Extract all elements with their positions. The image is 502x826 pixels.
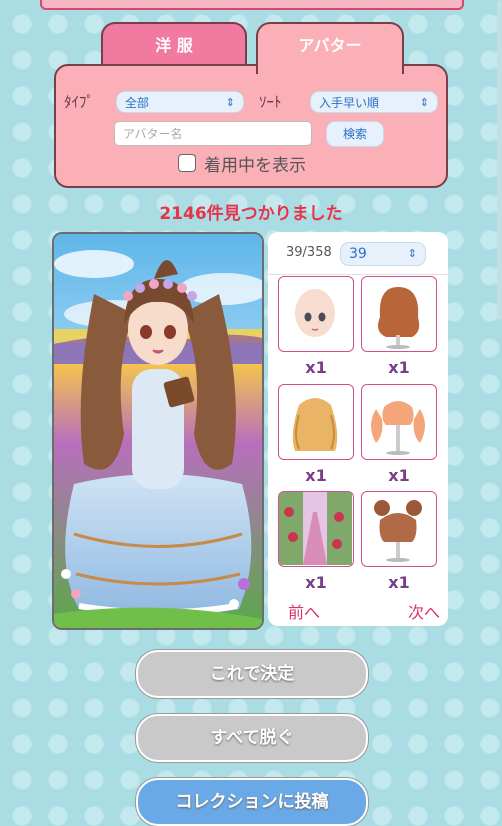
type-select-value: 全部 xyxy=(125,96,150,110)
page-select-value: 39 xyxy=(349,246,367,262)
item-cell[interactable] xyxy=(278,384,354,460)
item-grid-panel: 39/358 39 ⇕ x1 x1 x1 x1 x1 x1 前へ 次へ xyxy=(268,232,448,626)
filter-panel: ﾀｲﾌﾟ 全部 ⇕ ｿｰﾄ 入手早い順 ⇕ 検索 着用中を表示 xyxy=(54,64,448,188)
item-cell[interactable] xyxy=(278,276,354,352)
undress-all-button[interactable]: すべて脱ぐ xyxy=(136,714,368,762)
result-count: 2146件見つかりました xyxy=(159,204,343,224)
top-strip xyxy=(40,0,464,10)
tab-yofuku[interactable]: 洋 服 xyxy=(101,22,247,70)
item-cell[interactable] xyxy=(278,491,354,567)
post-to-collection-button[interactable]: コレクションに投稿 xyxy=(136,778,368,826)
search-button[interactable]: 検索 xyxy=(326,121,384,147)
peach-twin-curl-wig-icon xyxy=(371,401,425,455)
item-qty: x1 xyxy=(388,466,410,485)
avatar-preview xyxy=(52,232,264,630)
item-cell[interactable] xyxy=(361,384,437,460)
item-qty: x1 xyxy=(305,573,327,592)
long-blonde-curly-wig-icon xyxy=(292,398,338,451)
avatar-illustration xyxy=(54,234,262,628)
item-cell[interactable] xyxy=(361,491,437,567)
bald-head-base-icon xyxy=(295,289,335,337)
page-count: 39/358 xyxy=(286,245,332,260)
item-qty: x1 xyxy=(305,358,327,377)
type-select[interactable]: 全部 ⇕ xyxy=(116,91,244,113)
chevron-updown-icon: ⇕ xyxy=(225,96,235,109)
prev-page-link[interactable]: 前へ xyxy=(288,599,320,623)
decide-button[interactable]: これで決定 xyxy=(136,650,368,698)
avatar-name-input[interactable] xyxy=(114,121,312,146)
page-select[interactable]: 39 ⇕ xyxy=(340,242,426,266)
brown-bun-wig-icon xyxy=(374,500,422,562)
sort-select[interactable]: 入手早い順 ⇕ xyxy=(310,91,438,113)
type-label: ﾀｲﾌﾟ xyxy=(64,93,95,111)
short-auburn-wig-icon xyxy=(378,287,420,349)
sort-select-value: 入手早い順 xyxy=(319,96,380,110)
item-qty: x1 xyxy=(388,573,410,592)
show-wearing-checkbox[interactable] xyxy=(178,154,196,172)
chevron-updown-icon: ⇕ xyxy=(419,96,429,109)
show-wearing-label: 着用中を表示 xyxy=(204,156,306,176)
next-page-link[interactable]: 次へ xyxy=(408,599,440,623)
tab-avatar[interactable]: アバター xyxy=(256,22,404,74)
divider xyxy=(268,274,448,275)
chevron-updown-icon: ⇕ xyxy=(407,247,417,260)
item-qty: x1 xyxy=(305,466,327,485)
item-cell[interactable] xyxy=(361,276,437,352)
page-scrollbar[interactable] xyxy=(497,0,502,320)
sort-label: ｿｰﾄ xyxy=(259,93,282,111)
rose-garden-background-icon xyxy=(279,492,352,565)
item-qty: x1 xyxy=(388,358,410,377)
